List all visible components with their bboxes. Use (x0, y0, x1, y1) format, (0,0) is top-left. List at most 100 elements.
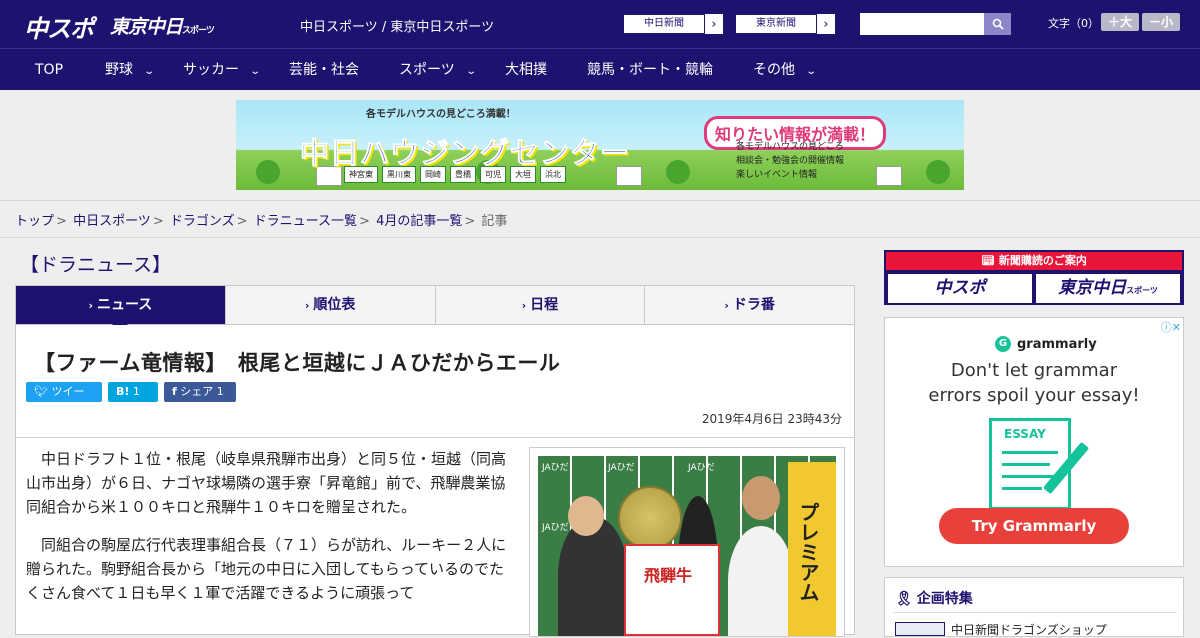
article: 【ファーム竜情報】 根尾と垣越にＪＡひだからエール 🐦︎ ツイート B! 1 f… (15, 325, 855, 637)
nav-item-sumo[interactable]: 大相撲 (505, 49, 547, 91)
tab-schedule[interactable]: › 日程 (434, 286, 645, 324)
nav-label: スポーツ (399, 62, 455, 78)
chevron-down-icon: ⌄ (465, 66, 477, 77)
tab-label: ドラ番 (732, 297, 775, 313)
chunichi-shimbun-link[interactable]: 中日新聞 › (622, 13, 724, 35)
rice-bale (618, 486, 682, 550)
grammarly-ad[interactable]: ⓘ✕ Ggrammarly Don't let grammar errors s… (884, 317, 1184, 567)
section-title[interactable]: 【ドラニュース】 (20, 250, 171, 277)
tokyo-chunichi-logo[interactable]: 東京中日スポーツ (110, 12, 215, 39)
hatena-icon: B! (116, 385, 130, 398)
nav-label: 大相撲 (505, 62, 547, 78)
article-photo[interactable]: JAひだ JAひだ JAひだ JAひだ 飛騨牛 プレミアム (529, 447, 845, 637)
ad-city: 岡崎 (420, 166, 446, 183)
top-header: 中スポ 東京中日スポーツ 中日スポーツ / 東京中日スポーツ 中日新聞 › 東京… (0, 0, 1200, 48)
main-nav: TOP 野球 ⌄ サッカー ⌄ 芸能・社会 スポーツ ⌄ 大相撲 競馬・ボート・競輪 … (0, 48, 1200, 90)
chevron-down-icon: ⌄ (249, 66, 262, 77)
tab-label: 日程 (530, 297, 559, 313)
ad-city: 浜北 (540, 166, 566, 183)
breadcrumb-separator: > (359, 214, 370, 229)
tab-standings[interactable]: › 順位表 (224, 286, 435, 324)
facebook-icon: f (172, 385, 177, 398)
feature-box: 🎗︎ 企画特集 中日新聞ドラゴンズショップ (884, 577, 1184, 637)
breadcrumb-link[interactable]: ドラニュース一覧 (254, 214, 357, 229)
breadcrumb-link[interactable]: ドラゴンズ (170, 214, 235, 229)
chevron-down-icon: ⌄ (805, 66, 818, 77)
font-size-down-button[interactable]: －小 (1142, 13, 1180, 31)
font-size-label: 文字（0） (1048, 17, 1099, 30)
ad-list-item: 各モデルハウスの見どころ (736, 142, 844, 152)
essay-line (1002, 463, 1050, 466)
house-illustration (876, 166, 902, 186)
tab-news[interactable]: › ニュース (16, 286, 225, 332)
article-paragraph: 同組合の駒屋広行代表理事組合長（７１）らが訪れ、ルーキー２人に贈られた。駒野組合… (26, 536, 507, 602)
breadcrumb-separator: > (56, 214, 67, 229)
nav-label: サッカー (183, 62, 239, 78)
ad-list-item: 相談会・勉強会の開催情報 (736, 156, 845, 166)
newspaper-icon: 📰︎ (981, 254, 996, 267)
breadcrumb: トップ > 中日スポーツ > ドラゴンズ > ドラニュース一覧 > 4月の記事一覧 > 記… (15, 210, 507, 229)
chuspo-logo[interactable]: 中スポ (24, 9, 94, 44)
subscribe-chuspo-link[interactable]: 中スポ (888, 274, 1032, 303)
nav-label: 芸能・社会 (289, 62, 359, 78)
facebook-share-button[interactable]: f シェア 1 (164, 382, 236, 402)
facebook-count: 1 (216, 385, 224, 398)
ad-feature-list: 各モデルハウスの見どころ 相談会・勉強会の開催情報 楽しいイベント情報 (736, 140, 844, 182)
nav-item-top[interactable]: TOP (35, 49, 63, 91)
ad-city: 豊橋 (450, 166, 476, 183)
tab-label: 順位表 (313, 297, 356, 313)
ribbon-icon: 🎗︎ (895, 591, 913, 607)
tab-reporter[interactable]: › ドラ番 (644, 286, 854, 324)
try-grammarly-button[interactable]: Try Grammarly (939, 508, 1129, 544)
ad-list-item: 楽しいイベント情報 (736, 170, 818, 180)
nav-item-soccer[interactable]: サッカー ⌄ (183, 49, 262, 91)
breadcrumb-separator: > (236, 214, 248, 229)
nav-item-other[interactable]: その他 ⌄ (753, 49, 818, 91)
font-size-up-button[interactable]: ＋大 (1101, 13, 1139, 31)
ad-city: 可児 (480, 166, 506, 183)
twitter-icon: 🐦︎ (34, 385, 48, 398)
hatena-count: 1 (132, 385, 140, 398)
search-input[interactable] (860, 13, 984, 35)
tree-illustration (666, 160, 690, 184)
breadcrumb-link[interactable]: 4月の記事一覧 (376, 214, 462, 229)
feature-title-text: 企画特集 (916, 591, 973, 607)
breadcrumb-link[interactable]: 中日スポーツ (73, 214, 151, 229)
divider (893, 612, 1177, 613)
subscription-box[interactable]: 📰︎ 新聞購読のご案内 中スポ 東京中日スポーツ (884, 250, 1184, 305)
grammarly-brand: Ggrammarly (995, 336, 1097, 352)
breadcrumb-separator: > (152, 214, 164, 229)
essay-line (1002, 487, 1042, 490)
search-button[interactable] (984, 13, 1011, 35)
hida-beef-box: 飛騨牛 (624, 544, 720, 636)
chevron-right-icon: › (304, 299, 310, 312)
nav-label: その他 (753, 62, 795, 78)
hatena-bookmark-button[interactable]: B! 1 (108, 382, 158, 402)
site-title[interactable]: 中日スポーツ / 東京中日スポーツ (300, 16, 494, 35)
nav-item-baseball[interactable]: 野球 ⌄ (105, 49, 155, 91)
ja-backdrop-label: JAひだ (542, 523, 569, 533)
adchoices-icon[interactable]: ⓘ✕ (1161, 319, 1181, 335)
subscribe-tokyo-link[interactable]: 東京中日スポーツ (1036, 274, 1180, 303)
person-face (568, 496, 604, 536)
nav-item-entertainment[interactable]: 芸能・社会 (289, 49, 359, 91)
feature-thumbnail[interactable] (895, 622, 945, 636)
ad-headline: errors spoil your essay! (928, 385, 1140, 406)
tweet-button[interactable]: 🐦︎ ツイート (26, 382, 102, 418)
housing-center-ad[interactable]: 各モデルハウスの見どころ満載！ 中日ハウジングセンター 知りたい情報が満載！ 各… (236, 100, 964, 190)
chevron-right-icon: › (823, 16, 829, 32)
tokyo-shimbun-link[interactable]: 東京新聞 › (734, 13, 836, 35)
sub-logo-text: 東京中日 (1058, 278, 1127, 298)
ja-backdrop-label: JAひだ (688, 463, 715, 473)
breadcrumb-separator: > (464, 214, 476, 229)
breadcrumb-link[interactable]: トップ (15, 214, 54, 229)
ad-headline: Don't let grammar (950, 360, 1118, 381)
ad-city: 神宮東 (344, 166, 378, 183)
photo-image: JAひだ JAひだ JAひだ JAひだ 飛騨牛 プレミアム (538, 456, 836, 636)
feature-title: 🎗︎ 企画特集 (895, 588, 973, 608)
tab-label: ニュース (96, 297, 153, 313)
box-label: 飛騨牛 (644, 566, 693, 585)
nav-item-keiba[interactable]: 競馬・ボート・競輪 (587, 49, 713, 91)
nav-item-sports[interactable]: スポーツ ⌄ (399, 49, 477, 91)
nav-label: 競馬・ボート・競輪 (587, 62, 713, 78)
